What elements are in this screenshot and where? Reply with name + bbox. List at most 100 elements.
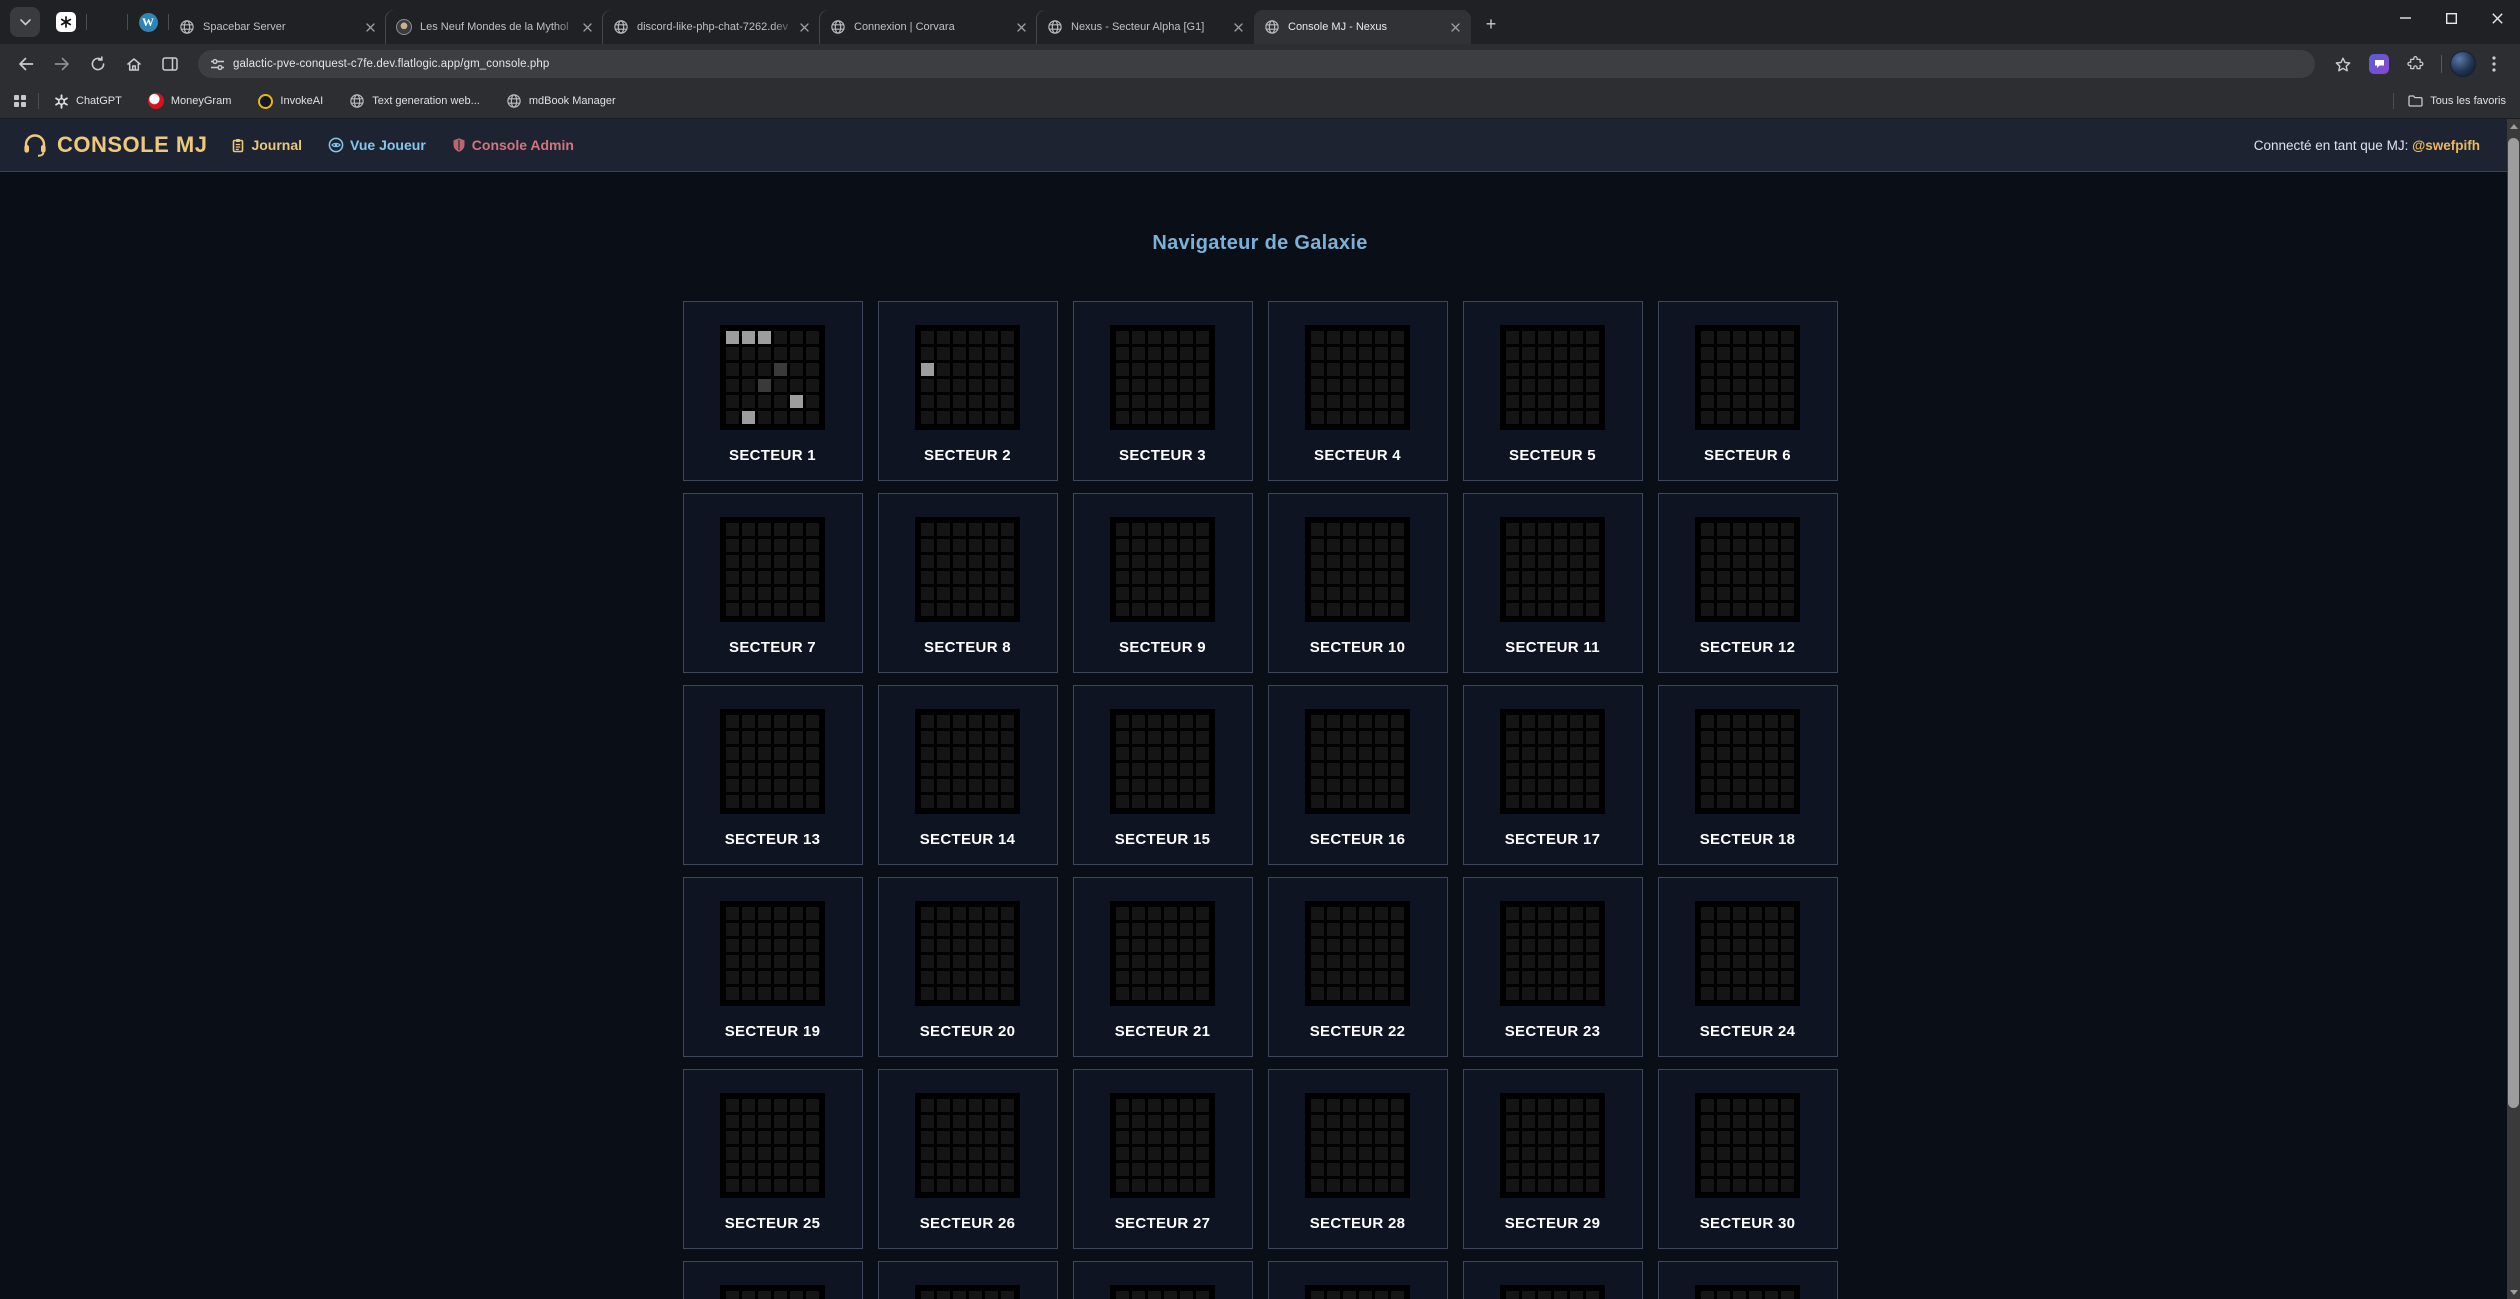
home-button[interactable]: [119, 49, 149, 79]
close-button[interactable]: [2474, 0, 2520, 36]
grid-cell: [1701, 971, 1714, 984]
pinned-tab[interactable]: [46, 5, 86, 39]
browser-tab[interactable]: Connexion | Corvara: [820, 10, 1037, 44]
sector-card[interactable]: SECTEUR 26: [878, 1069, 1058, 1249]
tab-close-icon[interactable]: [1447, 19, 1463, 35]
bookmark-item[interactable]: mdBook Manager: [506, 93, 616, 109]
bookmark-item[interactable]: MoneyGram: [148, 93, 232, 109]
browser-tab[interactable]: Nexus - Secteur Alpha [G1]: [1037, 10, 1254, 44]
sector-card[interactable]: SECTEUR 12: [1658, 493, 1838, 673]
sector-card[interactable]: SECTEUR 9: [1073, 493, 1253, 673]
sector-card[interactable]: SECTEUR 2: [878, 301, 1058, 481]
sector-card[interactable]: SECTEUR 13: [683, 685, 863, 865]
sector-card[interactable]: SECTEUR 23: [1463, 877, 1643, 1057]
tab-search-button[interactable]: [10, 7, 40, 37]
sector-card[interactable]: SECTEUR 5: [1463, 301, 1643, 481]
sector-card[interactable]: SECTEUR 30: [1658, 1069, 1838, 1249]
sector-card[interactable]: [683, 1261, 863, 1299]
sector-card[interactable]: SECTEUR 4: [1268, 301, 1448, 481]
sector-card[interactable]: SECTEUR 19: [683, 877, 863, 1057]
sector-card[interactable]: SECTEUR 11: [1463, 493, 1643, 673]
grid-cell: [969, 539, 982, 552]
scrollbar-thumb[interactable]: [2508, 138, 2519, 1108]
sector-card[interactable]: [1463, 1261, 1643, 1299]
maximize-button[interactable]: [2428, 0, 2474, 36]
scroll-down-arrow[interactable]: [2507, 1285, 2520, 1299]
sector-card[interactable]: SECTEUR 24: [1658, 877, 1838, 1057]
browser-tab[interactable]: discord-like-php-chat-7262.dev: [603, 10, 820, 44]
extensions-puzzle-icon[interactable]: [2400, 49, 2430, 79]
sector-card[interactable]: SECTEUR 25: [683, 1069, 863, 1249]
sector-card[interactable]: SECTEUR 15: [1073, 685, 1253, 865]
grid-cell: [1359, 1163, 1372, 1176]
bookmark-star-icon[interactable]: [2328, 49, 2358, 79]
sector-card[interactable]: SECTEUR 1: [683, 301, 863, 481]
sector-card[interactable]: SECTEUR 3: [1073, 301, 1253, 481]
sector-card[interactable]: [1073, 1261, 1253, 1299]
address-bar[interactable]: galactic-pve-conquest-c7fe.dev.flatlogic…: [198, 50, 2315, 78]
nav-item-journal[interactable]: Journal: [231, 137, 302, 153]
back-button[interactable]: [11, 49, 41, 79]
grid-cell: [790, 795, 803, 808]
site-info-icon[interactable]: [210, 58, 225, 71]
profile-avatar[interactable]: [2450, 51, 2476, 77]
sector-card[interactable]: SECTEUR 10: [1268, 493, 1448, 673]
sector-card[interactable]: SECTEUR 22: [1268, 877, 1448, 1057]
sector-card[interactable]: [878, 1261, 1058, 1299]
sector-card[interactable]: SECTEUR 20: [878, 877, 1058, 1057]
bookmark-item[interactable]: ChatGPT: [53, 93, 122, 109]
sector-card[interactable]: [1658, 1261, 1838, 1299]
grid-cell: [1570, 331, 1583, 344]
new-tab-button[interactable]: +: [1477, 10, 1505, 38]
minimize-button[interactable]: [2382, 0, 2428, 36]
tab-close-icon[interactable]: [579, 19, 595, 35]
tab-title: Nexus - Secteur Alpha [G1]: [1071, 21, 1230, 33]
page-scrollbar[interactable]: [2507, 119, 2520, 1299]
scroll-up-arrow[interactable]: [2507, 119, 2520, 133]
invokeai-icon: [258, 94, 273, 109]
browser-tab[interactable]: Les Neuf Mondes de la Mythol: [386, 10, 603, 44]
pinned-tab[interactable]: W: [128, 5, 168, 39]
tab-close-icon[interactable]: [362, 19, 378, 35]
nav-item-console-admin[interactable]: Console Admin: [452, 137, 574, 153]
sector-card[interactable]: SECTEUR 18: [1658, 685, 1838, 865]
grid-cell: [1701, 603, 1714, 616]
extension-action-icon[interactable]: [2364, 49, 2394, 79]
sector-card[interactable]: SECTEUR 8: [878, 493, 1058, 673]
apps-grid-icon[interactable]: [14, 95, 26, 107]
browser-tab[interactable]: Console MJ - Nexus: [1254, 10, 1471, 44]
grid-cell: [790, 571, 803, 584]
browser-menu-icon[interactable]: [2479, 49, 2509, 79]
sector-card[interactable]: SECTEUR 17: [1463, 685, 1643, 865]
sector-card[interactable]: SECTEUR 21: [1073, 877, 1253, 1057]
forward-button[interactable]: [47, 49, 77, 79]
sector-card[interactable]: [1268, 1261, 1448, 1299]
sector-card[interactable]: SECTEUR 6: [1658, 301, 1838, 481]
grid-cell: [758, 523, 771, 536]
chevron-down-icon: [20, 19, 31, 26]
bookmark-item[interactable]: InvokeAI: [257, 93, 323, 109]
grid-cell: [1701, 1115, 1714, 1128]
grid-cell: [806, 1099, 819, 1112]
tab-close-icon[interactable]: [1230, 19, 1246, 35]
sector-card[interactable]: SECTEUR 14: [878, 685, 1058, 865]
grid-cell: [1538, 1147, 1551, 1160]
sector-card[interactable]: SECTEUR 7: [683, 493, 863, 673]
grid-cell: [985, 971, 998, 984]
grid-cell: [742, 411, 755, 424]
sector-card[interactable]: SECTEUR 28: [1268, 1069, 1448, 1249]
reload-button[interactable]: [83, 49, 113, 79]
all-bookmarks-button[interactable]: Tous les favoris: [2408, 95, 2506, 107]
pinned-tab[interactable]: [87, 5, 127, 39]
tab-close-icon[interactable]: [1013, 19, 1029, 35]
sector-label: SECTEUR 25: [725, 1215, 821, 1232]
sector-card[interactable]: SECTEUR 27: [1073, 1069, 1253, 1249]
side-panel-button[interactable]: [155, 49, 185, 79]
nav-item-vue-joueur[interactable]: Vue Joueur: [328, 137, 426, 153]
sector-card[interactable]: SECTEUR 29: [1463, 1069, 1643, 1249]
grid-cell: [1765, 971, 1778, 984]
sector-card[interactable]: SECTEUR 16: [1268, 685, 1448, 865]
browser-tab[interactable]: Spacebar Server: [169, 10, 386, 44]
bookmark-item[interactable]: Text generation web...: [349, 93, 480, 109]
tab-close-icon[interactable]: [796, 19, 812, 35]
